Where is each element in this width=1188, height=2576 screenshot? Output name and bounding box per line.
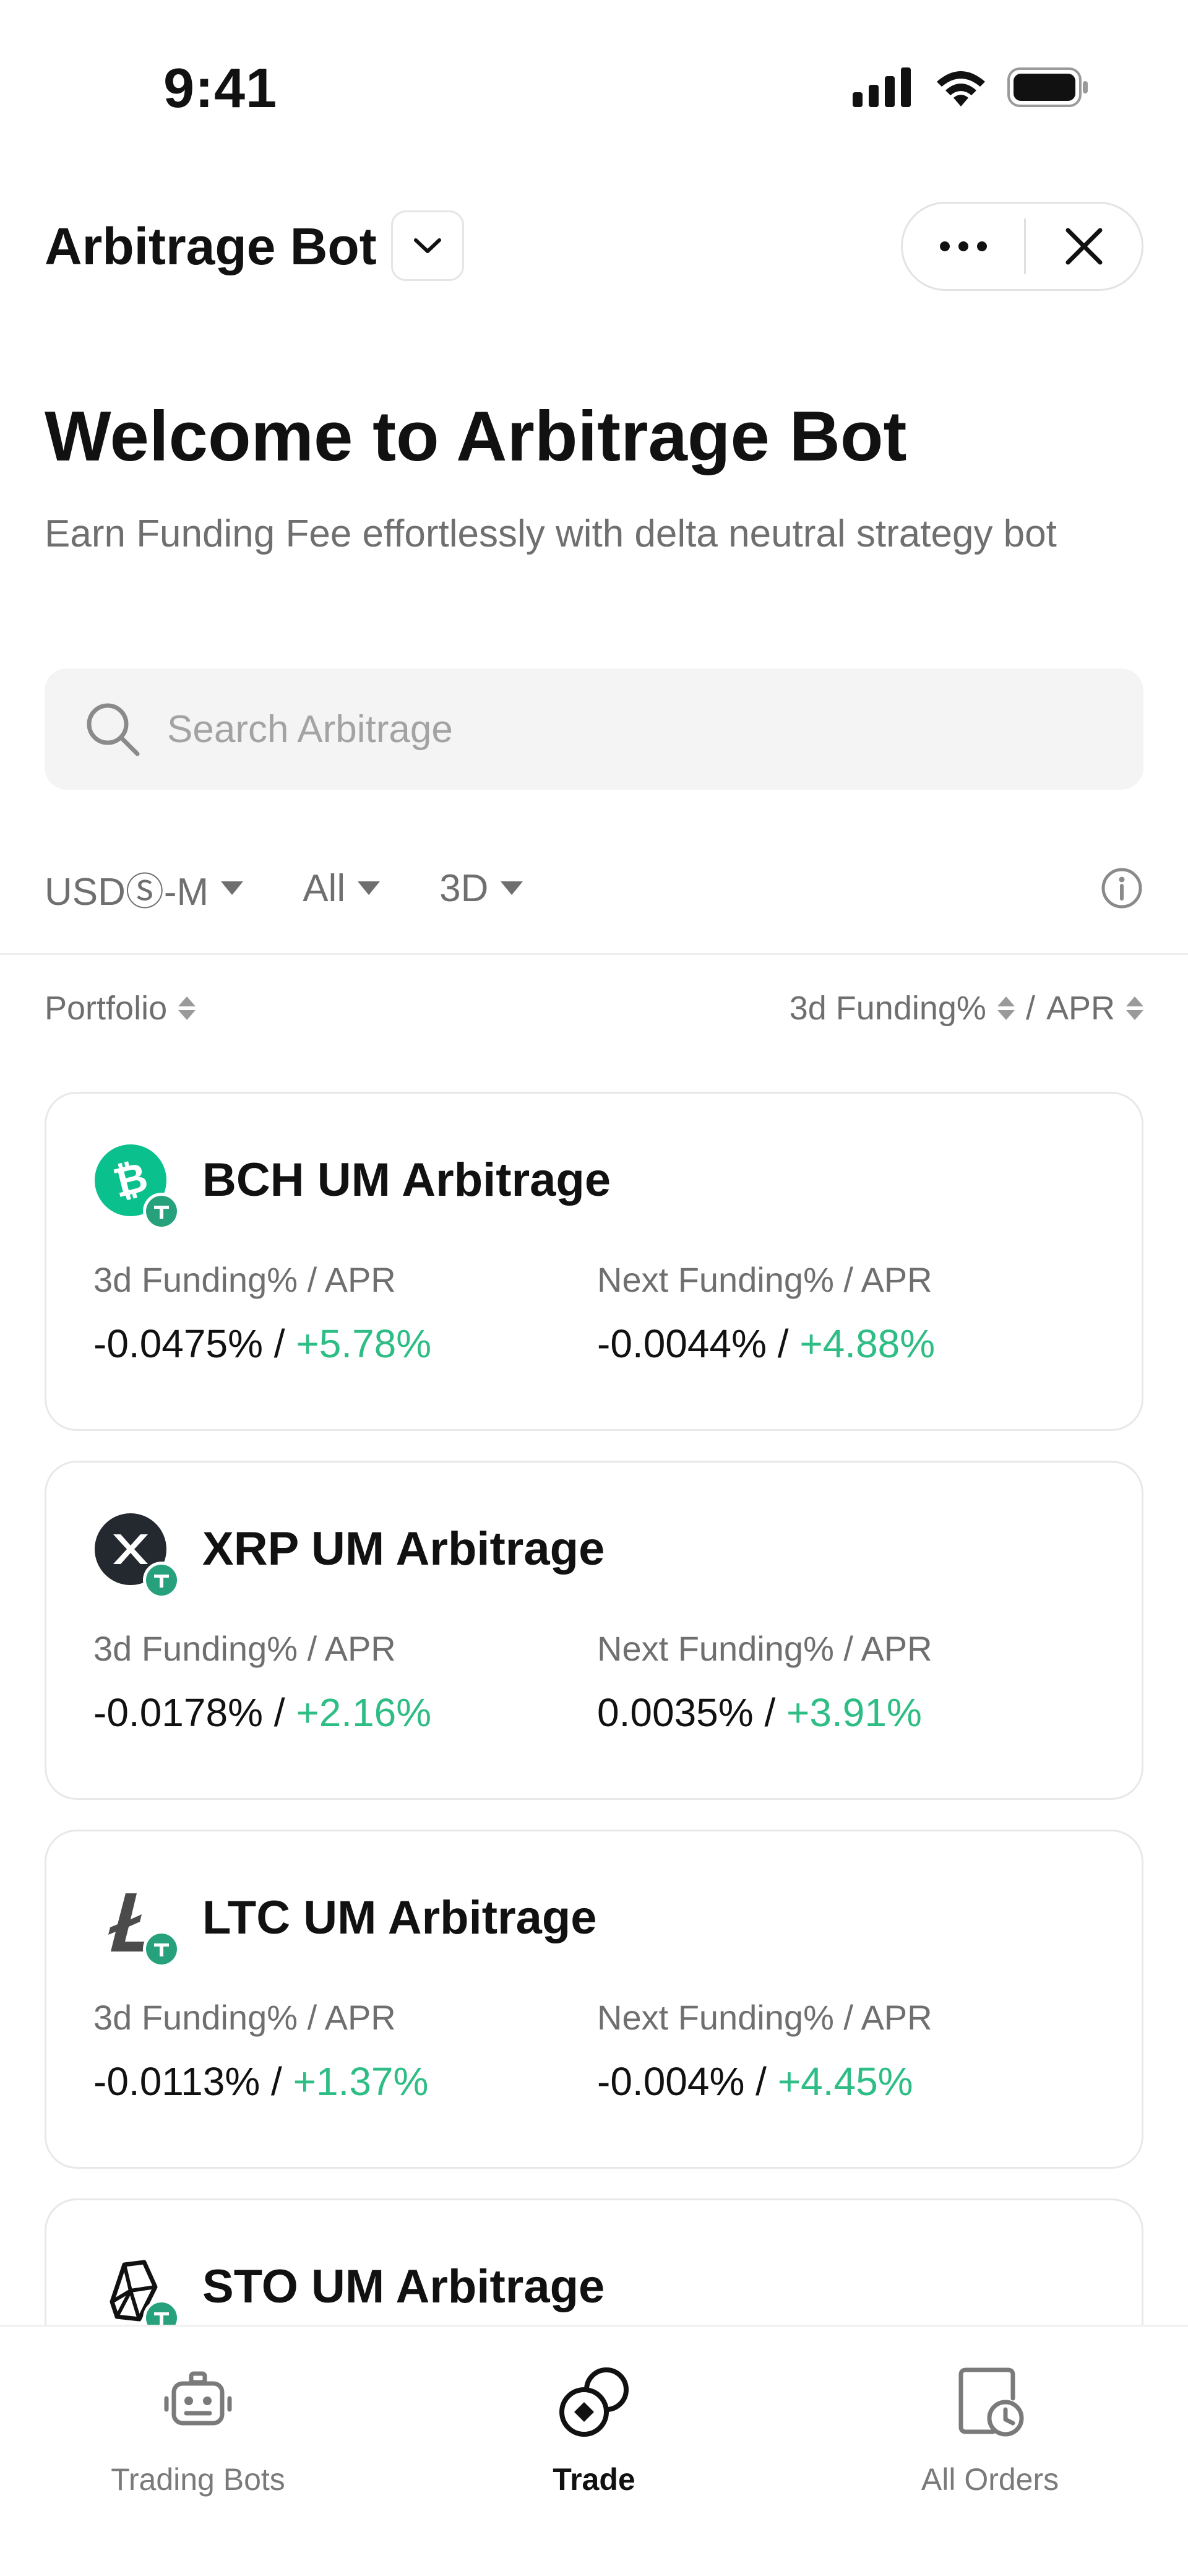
page-title: Arbitrage Bot: [45, 217, 377, 275]
status-time: 9:41: [163, 58, 278, 119]
sort-funding[interactable]: 3d Funding%: [790, 989, 1015, 1027]
filter-category[interactable]: All: [303, 867, 381, 910]
stat-value: 0.0035% / +3.91%: [597, 1690, 932, 1735]
tab-bar: Trading Bots Trade All Orders: [0, 2325, 1188, 2576]
status-bar: 9:41: [0, 0, 1188, 161]
tab-trade[interactable]: Trade: [396, 2327, 792, 2512]
divider: [0, 953, 1188, 955]
stat-value: -0.0178% / +2.16%: [93, 1690, 431, 1735]
battery-icon: [1007, 67, 1088, 107]
funding-rate: -0.0044% /: [597, 1321, 800, 1366]
stat-next-funding: Next Funding% / APR 0.0035% / +3.91%: [597, 1628, 932, 1735]
search-input[interactable]: [166, 706, 1094, 752]
stat-value: -0.0475% / +5.78%: [93, 1321, 431, 1367]
stat-3d-funding: 3d Funding% / APR -0.0178% / +2.16%: [93, 1628, 431, 1735]
wifi-icon: [937, 71, 985, 106]
more-icon: [940, 241, 950, 251]
card-title: BCH UM Arbitrage: [202, 1154, 611, 1206]
trade-icon: [559, 2367, 629, 2437]
sort-funding-apr: 3d Funding% / APR: [790, 989, 1143, 1027]
arbitrage-card[interactable]: XRP UM Arbitrage 3d Funding% / APR -0.01…: [45, 1461, 1143, 1800]
sort-row: Portfolio 3d Funding% / APR: [45, 989, 1143, 1039]
stat-label: Next Funding% / APR: [597, 1260, 932, 1299]
stat-value: -0.0113% / +1.37%: [93, 2059, 428, 2104]
card-title: STO UM Arbitrage: [202, 2260, 605, 2313]
sort-label: Portfolio: [45, 990, 168, 1027]
stat-next-funding: Next Funding% / APR -0.0044% / +4.88%: [597, 1260, 935, 1367]
apr-value: +5.78%: [296, 1321, 432, 1366]
arbitrage-card[interactable]: LTC UM Arbitrage 3d Funding% / APR -0.01…: [45, 1830, 1143, 2169]
sto-icon: [110, 2260, 180, 2336]
tab-all-orders[interactable]: All Orders: [792, 2327, 1188, 2512]
cellular-signal-icon: [853, 67, 911, 107]
mini-app-capsule: [901, 202, 1143, 291]
stat-label: 3d Funding% / APR: [93, 1998, 396, 2037]
search-icon: [87, 703, 140, 756]
apr-value: +2.16%: [296, 1690, 432, 1735]
more-button[interactable]: [903, 204, 1024, 289]
filter-label: 3D: [439, 867, 489, 910]
funding-rate: -0.004% /: [597, 2059, 778, 2104]
search-box[interactable]: [45, 668, 1143, 790]
title-dropdown-button[interactable]: [391, 210, 464, 281]
stat-next-funding: Next Funding% / APR -0.004% / +4.45%: [597, 1997, 932, 2104]
apr-value: +1.37%: [293, 2059, 429, 2104]
caret-down-icon: [358, 881, 381, 895]
filter-bar: USDⓈ-M All 3D: [45, 860, 1143, 916]
bitcoin-cash-icon: ₿: [95, 1144, 180, 1230]
funding-rate: 0.0035% /: [597, 1690, 786, 1735]
chevron-down-icon: [414, 238, 441, 253]
tab-label: All Orders: [921, 2462, 1059, 2497]
funding-rate: -0.0113% /: [93, 2059, 293, 2104]
apr-value: +4.88%: [799, 1321, 936, 1366]
card-title: LTC UM Arbitrage: [202, 1891, 597, 1944]
caret-down-icon: [501, 881, 523, 895]
funding-rate: -0.0178% /: [93, 1690, 296, 1735]
status-icons: [853, 67, 1089, 108]
tab-label: Trading Bots: [111, 2462, 285, 2497]
filter-label: USDⓈ-M: [45, 871, 209, 914]
more-icon-dot: [977, 241, 987, 251]
funding-rate: -0.0475% /: [93, 1321, 296, 1366]
tab-label: Trade: [553, 2462, 635, 2497]
close-button[interactable]: [1026, 204, 1142, 289]
tab-trading-bots[interactable]: Trading Bots: [0, 2327, 396, 2512]
filter-margin-type[interactable]: USDⓈ-M: [45, 860, 244, 916]
sort-label: 3d Funding%: [789, 990, 986, 1027]
stat-label: Next Funding% / APR: [597, 1998, 932, 2037]
apr-value: +3.91%: [786, 1690, 922, 1735]
sort-label: APR: [1046, 990, 1115, 1027]
sort-icon: [1126, 996, 1143, 1020]
apr-value: +4.45%: [777, 2059, 913, 2104]
xrp-icon: [95, 1513, 180, 1599]
sort-icon: [997, 996, 1015, 1020]
orders-icon: [958, 2367, 1024, 2437]
robot-icon: [164, 2371, 232, 2426]
stat-label: Next Funding% / APR: [597, 1629, 932, 1668]
more-icon-dot: [958, 241, 968, 251]
stat-3d-funding: 3d Funding% / APR -0.0113% / +1.37%: [93, 1997, 428, 2104]
litecoin-icon: [108, 1893, 180, 1968]
welcome-title: Welcome to Arbitrage Bot: [45, 397, 907, 476]
sort-icon: [178, 996, 196, 1020]
info-icon[interactable]: [1100, 867, 1143, 910]
stat-3d-funding: 3d Funding% / APR -0.0475% / +5.78%: [93, 1260, 431, 1367]
stat-value: -0.0044% / +4.88%: [597, 1321, 935, 1367]
filter-label: All: [303, 867, 346, 910]
filter-period[interactable]: 3D: [439, 867, 523, 910]
welcome-subtitle: Earn Funding Fee effortlessly with delta…: [45, 512, 1057, 555]
sort-portfolio[interactable]: Portfolio: [45, 989, 196, 1027]
stat-label: 3d Funding% / APR: [93, 1629, 396, 1668]
sort-separator: /: [1025, 990, 1035, 1027]
arbitrage-card[interactable]: ₿ BCH UM Arbitrage 3d Funding% / APR -0.…: [45, 1092, 1143, 1431]
header: Arbitrage Bot: [0, 198, 1188, 291]
sort-apr[interactable]: APR: [1046, 989, 1143, 1027]
card-title: XRP UM Arbitrage: [202, 1523, 605, 1575]
stat-label: 3d Funding% / APR: [93, 1260, 396, 1299]
stat-value: -0.004% / +4.45%: [597, 2059, 932, 2104]
close-icon: [1065, 228, 1102, 265]
caret-down-icon: [221, 881, 244, 895]
